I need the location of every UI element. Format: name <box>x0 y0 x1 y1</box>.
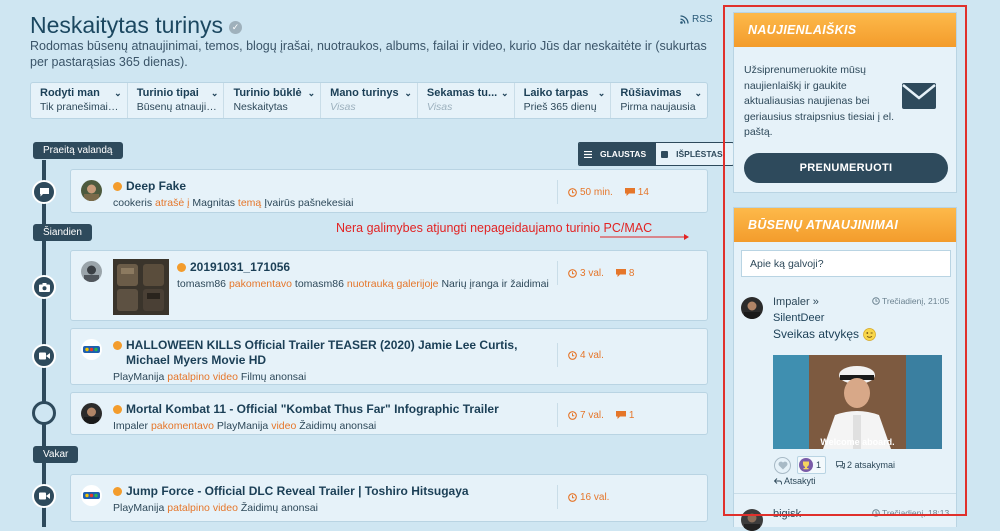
view-expanded-button[interactable]: IŠPLĖSTAS <box>656 143 733 165</box>
filter-value: Neskaitytas <box>233 101 288 113</box>
filter-my-content[interactable]: Mano turinys ⌄ Visas <box>321 83 418 118</box>
item-stats: 3 val. 8 <box>557 261 634 285</box>
item-meta: cookeris atrašė į Magnitas temą Įvairūs … <box>113 197 354 209</box>
view-condensed-button[interactable]: GLAUSTAS <box>579 143 657 165</box>
filter-value: Visas <box>426 101 453 113</box>
clock-icon <box>568 410 577 420</box>
activity-item[interactable]: Jump Force - Official DLC Reveal Trailer… <box>70 474 708 522</box>
item-stats: 16 val. <box>557 485 609 509</box>
chevron-down-icon: ⌄ <box>210 88 219 98</box>
page-title: Neskaitytas turinys ✓ <box>30 12 243 39</box>
clock-icon <box>568 268 577 278</box>
item-title[interactable]: HALLOWEEN KILLS Official Trailer TEASER … <box>126 338 553 368</box>
avatar[interactable] <box>81 180 102 201</box>
item-title[interactable]: Jump Force - Official DLC Reveal Trailer… <box>126 484 469 499</box>
filter-content-types[interactable]: Turinio tipai ⌄ Būsenų atnaujin... <box>128 83 225 118</box>
comment-icon <box>624 188 635 196</box>
chevron-down-icon: ⌄ <box>501 88 509 98</box>
avatar[interactable] <box>81 339 102 360</box>
timeline-marker <box>32 344 56 368</box>
unread-indicator <box>113 405 122 414</box>
chevron-down-icon: ⌄ <box>307 88 316 98</box>
chevron-down-icon: ⌄ <box>404 88 412 98</box>
filter-bar: Rodyti man ⌄ Tik pranešimai; ... Turinio … <box>30 82 708 119</box>
chevron-down-icon: ⌄ <box>694 88 703 98</box>
activity-item[interactable]: 20191031_171056 tomasm86 pakomentavo tom… <box>70 250 708 321</box>
comment-icon <box>615 269 626 277</box>
filter-value: Visas <box>330 101 356 113</box>
timeline-marker <box>32 180 56 204</box>
item-stats: 4 val. <box>557 343 604 367</box>
unread-indicator <box>113 341 122 350</box>
avatar[interactable] <box>81 261 102 282</box>
timeline-marker <box>32 275 56 299</box>
item-title[interactable]: 20191031_171056 <box>190 260 290 275</box>
clock-icon <box>568 492 577 502</box>
avatar[interactable] <box>81 485 102 506</box>
activity-item[interactable]: HALLOWEEN KILLS Official Trailer TEASER … <box>70 328 708 385</box>
filter-show-me[interactable]: Rodyti man ⌄ Tik pranešimai; ... <box>31 83 128 118</box>
item-meta: Impaler pakomentavo PlayManija video Žai… <box>113 420 377 432</box>
unread-indicator <box>113 182 122 191</box>
chevron-down-icon: ⌄ <box>597 88 606 98</box>
rss-icon <box>680 15 689 24</box>
item-title[interactable]: Deep Fake <box>126 179 186 194</box>
activity-item[interactable]: Deep Fake cookeris atrašė į Magnitas tem… <box>70 169 708 213</box>
clock-icon <box>568 187 577 197</box>
photo-thumbnail[interactable] <box>113 259 169 315</box>
camera-icon <box>38 282 50 292</box>
timeline-section-label: Praeitą valandą <box>33 142 123 159</box>
annotation-arrow-icon <box>600 234 689 240</box>
square-icon <box>661 150 669 158</box>
view-mode-toggle: GLAUSTAS IŠPLĖSTAS <box>578 142 734 166</box>
timeline-marker <box>32 484 56 508</box>
comment-icon <box>39 188 49 197</box>
filter-value: Pirma naujausia <box>620 101 696 113</box>
filter-content-status[interactable]: Turinio būklė ⌄ Neskaitytas <box>224 83 322 118</box>
item-meta: tomasm86 pakomentavo tomasm86 nuotrauką … <box>177 278 549 290</box>
clock-icon <box>568 350 577 360</box>
unread-indicator <box>177 263 186 272</box>
filter-followed-content[interactable]: Sekamas tu... ⌄ Visas <box>418 83 515 118</box>
item-stats: 50 min. 14 <box>557 180 649 204</box>
activity-item[interactable]: Mortal Kombat 11 - Official "Kombat Thus… <box>70 392 708 435</box>
list-icon <box>584 150 592 158</box>
item-title[interactable]: Mortal Kombat 11 - Official "Kombat Thus… <box>126 402 499 417</box>
unread-indicator <box>113 487 122 496</box>
timeline-section-label: Šiandien <box>33 224 92 241</box>
filter-time-range[interactable]: Laiko tarpas ⌄ Prieš 365 dienų <box>515 83 612 118</box>
timeline-marker <box>32 401 56 425</box>
highlight-outline <box>723 5 967 516</box>
page-description: Rodomas būsenų atnaujinimai, temos, blog… <box>30 39 707 69</box>
item-meta: PlayManija patalpino video Filmų anonsai <box>113 371 307 383</box>
filter-value: Būsenų atnaujin... <box>136 101 218 113</box>
video-icon <box>38 352 50 360</box>
rss-link[interactable]: RSS <box>680 14 713 25</box>
item-stats: 7 val. 1 <box>557 403 634 427</box>
comment-icon <box>615 411 626 419</box>
timeline-section-label: Vakar <box>33 446 79 463</box>
filter-value: Tik pranešimai; ... <box>40 101 121 113</box>
avatar[interactable] <box>81 403 102 424</box>
video-icon <box>38 492 50 500</box>
filter-value: Prieš 365 dienų <box>523 101 597 113</box>
filter-sort[interactable]: Rūšiavimas ⌄ Pirma naujausia <box>611 83 707 118</box>
item-meta: PlayManija patalpino video Žaidimų anons… <box>113 502 318 514</box>
chevron-down-icon: ⌄ <box>114 88 122 98</box>
verified-check-icon: ✓ <box>229 20 243 34</box>
